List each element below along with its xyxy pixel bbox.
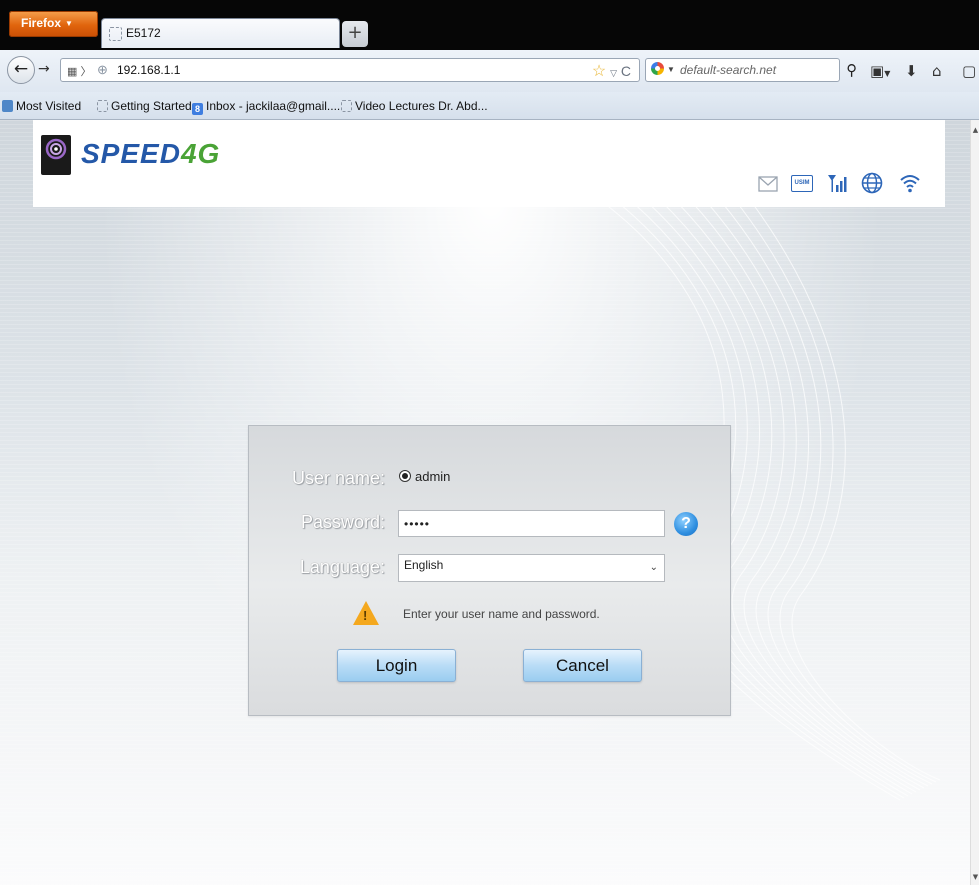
- forward-button[interactable]: →: [38, 61, 50, 77]
- mail-icon[interactable]: [758, 176, 778, 192]
- usim-icon[interactable]: USIM: [791, 175, 813, 192]
- bookmark-video-lectures[interactable]: Video Lectures Dr. Abd...: [341, 99, 488, 113]
- reload-icon[interactable]: C: [621, 63, 631, 79]
- bookmark-inbox[interactable]: 8 Inbox - jackilaa@gmail....: [192, 99, 340, 115]
- login-panel: User name: admin Password: ••••• ? Langu…: [248, 425, 731, 716]
- wifi-icon[interactable]: [899, 173, 921, 193]
- search-engine-dropdown-icon[interactable]: ▼: [667, 65, 675, 74]
- username-value: admin: [415, 469, 451, 484]
- router-login-page: zain SPEED4G USIM User name: admin Passw…: [0, 120, 979, 885]
- bookmark-star-icon[interactable]: ☆: [592, 63, 606, 80]
- brand-suffix: 4G: [180, 138, 221, 169]
- bookmarks-toolbar: Most Visited Getting Started 8 Inbox - ja…: [0, 92, 979, 120]
- scroll-down-icon[interactable]: ▼: [971, 873, 979, 881]
- bookmark-label: Getting Started: [111, 99, 192, 113]
- home-icon[interactable]: ⌂: [932, 62, 942, 80]
- bookmark-getting-started[interactable]: Getting Started: [97, 99, 192, 113]
- bookmark-label: Inbox - jackilaa@gmail....: [206, 99, 341, 113]
- page-favicon-icon: [109, 27, 122, 41]
- most-visited-icon: [2, 100, 13, 112]
- usim-label: USIM: [794, 180, 810, 186]
- search-icon[interactable]: ⚲: [846, 61, 857, 79]
- login-message: Enter your user name and password.: [403, 607, 600, 621]
- bookmark-label: Most Visited: [16, 99, 82, 113]
- zain-logo-text: zain: [52, 178, 65, 185]
- help-icon[interactable]: ?: [674, 512, 698, 536]
- url-text[interactable]: 192.168.1.1: [117, 63, 180, 77]
- search-placeholder[interactable]: default-search.net: [680, 63, 776, 77]
- search-engine-icon[interactable]: [651, 62, 664, 75]
- bookmark-blank-icon: [97, 100, 108, 112]
- cancel-button[interactable]: Cancel: [523, 649, 642, 682]
- signal-icon[interactable]: [827, 173, 849, 193]
- search-bar[interactable]: ▼ default-search.net: [645, 58, 840, 82]
- page-identity-icon[interactable]: ▦ 〉: [67, 63, 91, 79]
- zain-logo: zain: [41, 135, 71, 185]
- back-button[interactable]: ←: [7, 56, 35, 84]
- firefox-menu-label: Firefox: [21, 16, 62, 30]
- chevron-down-icon: ⌄: [649, 562, 658, 573]
- downloads-icon[interactable]: ⬇: [905, 62, 918, 80]
- language-select[interactable]: English ⌄: [398, 554, 665, 582]
- history-dropdown-icon[interactable]: ▽: [610, 68, 617, 78]
- bookmarks-menu-icon[interactable]: ▣▼: [870, 62, 890, 80]
- language-value: English: [404, 558, 444, 572]
- warning-icon: !: [353, 601, 379, 625]
- password-label: Password:: [300, 512, 385, 532]
- bookmark-most-visited[interactable]: Most Visited: [2, 99, 81, 113]
- dropdown-arrow-icon: ▼: [65, 19, 73, 28]
- firefox-menu-button[interactable]: Firefox ▼: [9, 11, 98, 37]
- gmail-icon: 8: [192, 103, 203, 115]
- login-button[interactable]: Login: [337, 649, 456, 682]
- globe-icon: ⊕: [97, 62, 108, 77]
- username-label: User name:: [291, 468, 385, 488]
- bookmark-label: Video Lectures Dr. Abd...: [355, 99, 488, 113]
- brand-prefix: SPEED: [81, 138, 181, 169]
- browser-tabstrip: Firefox ▼ E5172 +: [0, 0, 979, 50]
- tab-title: E5172: [126, 26, 161, 40]
- browser-tab[interactable]: E5172: [101, 18, 340, 48]
- zain-swirl-icon: [45, 138, 67, 160]
- address-bar-actions: ☆ ▽ C: [592, 61, 631, 81]
- speed4g-brand: SPEED4G: [81, 138, 220, 170]
- bookmark-blank-icon: [341, 100, 352, 112]
- scroll-up-icon[interactable]: ▲: [971, 126, 979, 134]
- address-bar[interactable]: ▦ 〉 ⊕ 192.168.1.1 ☆ ▽ C: [60, 58, 640, 82]
- username-radio[interactable]: [399, 470, 411, 482]
- internet-globe-icon[interactable]: [861, 172, 883, 194]
- page-scrollbar[interactable]: ▲ ▼: [970, 120, 979, 885]
- navigation-toolbar: ← → ▦ 〉 ⊕ 192.168.1.1 ☆ ▽ C ▼ default-se…: [0, 50, 979, 92]
- username-option[interactable]: admin: [399, 469, 450, 484]
- password-field[interactable]: •••••: [398, 510, 665, 537]
- new-tab-button[interactable]: +: [342, 21, 368, 47]
- language-label: Language:: [299, 557, 385, 577]
- window-icon[interactable]: ▢: [962, 62, 976, 80]
- router-header: zain SPEED4G USIM: [33, 120, 945, 207]
